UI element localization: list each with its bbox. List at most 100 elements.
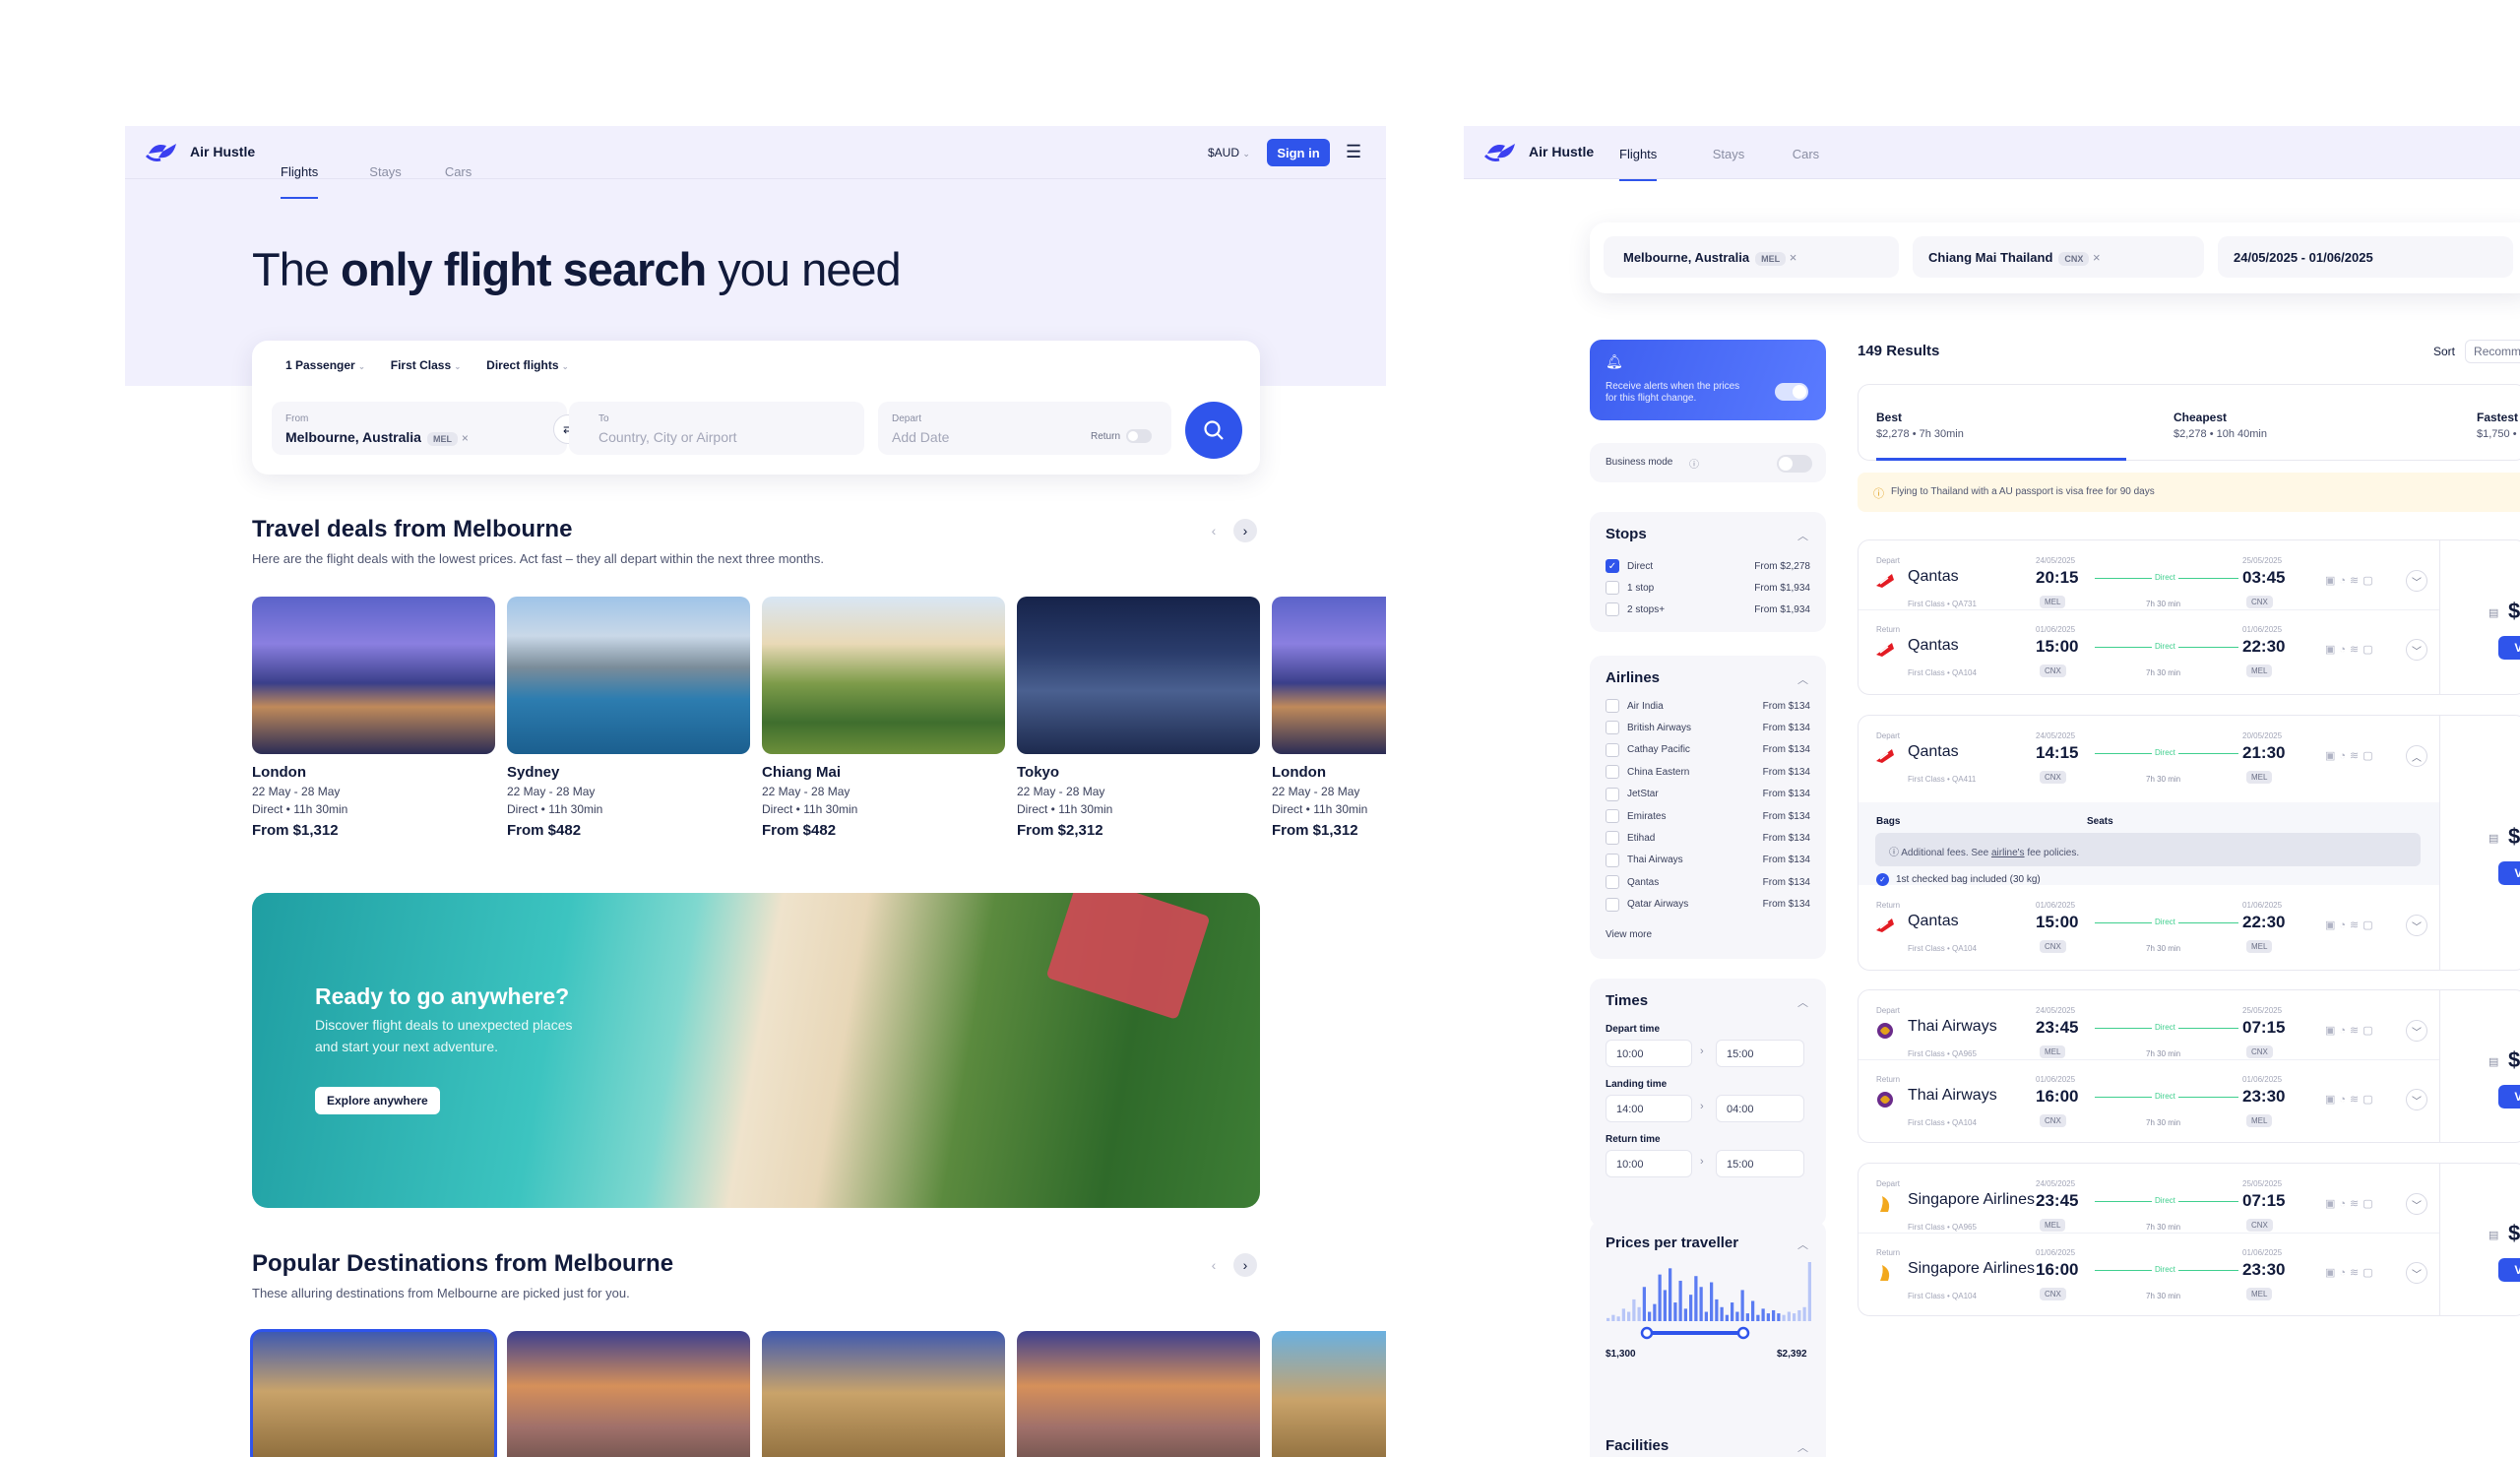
info-icon[interactable]: ⓘ <box>1689 456 1699 471</box>
checkbox[interactable] <box>1606 742 1619 757</box>
filter-row[interactable]: Cathay Pacific From $134 <box>1606 739 1810 761</box>
filter-row[interactable]: Qantas From $134 <box>1606 871 1810 893</box>
chevron-up-icon[interactable]: ︿ <box>1797 994 1808 1010</box>
toggle-switch[interactable] <box>1126 429 1153 443</box>
clear-icon[interactable]: × <box>462 431 469 445</box>
return-toggle[interactable]: Return <box>1091 429 1153 443</box>
checkbox[interactable] <box>1606 787 1619 801</box>
brand-logo[interactable]: Air Hustle <box>145 140 255 163</box>
clear-icon[interactable]: × <box>1790 250 1797 265</box>
filter-row[interactable]: ✓ Direct From $2,278 <box>1606 555 1810 577</box>
chevron-up-icon[interactable]: ︿ <box>1797 1236 1808 1252</box>
deal-card[interactable]: London 22 May - 28 May Direct • 11h 30mi… <box>252 597 495 839</box>
range-handle[interactable] <box>1736 1326 1750 1340</box>
depart-time-to[interactable]: 15:00 <box>1716 1040 1804 1067</box>
tab-stays[interactable]: Stays <box>369 164 402 179</box>
currency-selector[interactable]: $AUD ⌄ <box>1208 146 1250 159</box>
filter-row[interactable]: 2 stops+ From $1,934 <box>1606 599 1810 620</box>
to-field[interactable]: Chiang Mai Thailand CNX × <box>1913 236 2204 278</box>
checkbox[interactable] <box>1606 831 1619 846</box>
range-handle[interactable] <box>1640 1326 1654 1340</box>
sort-tab-cheapest-title[interactable]: Cheapest <box>2174 411 2227 424</box>
destination-card[interactable] <box>1017 1331 1260 1457</box>
checkbox[interactable] <box>1606 602 1619 616</box>
price-histogram[interactable] <box>1606 1258 1812 1345</box>
explore-anywhere-button[interactable]: Explore anywhere <box>315 1087 440 1114</box>
destination-card[interactable] <box>507 1331 750 1457</box>
brand-logo[interactable]: Air Hustle <box>1483 140 1594 163</box>
view-more-link[interactable]: View more <box>1606 929 1652 940</box>
destination-card[interactable] <box>250 1329 497 1457</box>
filter-row[interactable]: Qatar Airways From $134 <box>1606 894 1810 916</box>
return-time-from[interactable]: 10:00 <box>1606 1150 1692 1177</box>
filter-row[interactable]: Air India From $134 <box>1606 695 1810 717</box>
view-button[interactable]: View <box>2498 636 2520 660</box>
passengers-select[interactable]: 1 Passenger ⌄ <box>285 358 365 372</box>
chevron-down-icon[interactable]: ﹀ <box>2406 1089 2427 1110</box>
chevron-down-icon[interactable]: ﹀ <box>2406 570 2427 592</box>
from-field[interactable]: From Melbourne, Australia MEL × <box>272 402 567 455</box>
landing-time-from[interactable]: 14:00 <box>1606 1095 1692 1122</box>
tab-stays[interactable]: Stays <box>1713 147 1745 161</box>
checkbox[interactable] <box>1606 699 1619 713</box>
checkbox[interactable] <box>1606 853 1619 867</box>
menu-icon[interactable]: ☰ <box>1346 142 1361 162</box>
chevron-down-icon[interactable]: ﹀ <box>2406 1262 2427 1284</box>
alert-toggle[interactable] <box>1775 383 1808 401</box>
search-button[interactable] <box>1185 402 1242 459</box>
chevron-down-icon[interactable]: ﹀ <box>2406 1020 2427 1042</box>
tab-flights[interactable]: Flights <box>1619 147 1657 161</box>
deal-card[interactable]: London 22 May - 28 May Direct • 11h 30mi… <box>1272 597 1386 839</box>
landing-time-to[interactable]: 04:00 <box>1716 1095 1804 1122</box>
prev-arrow-icon[interactable]: ‹ <box>1202 519 1226 542</box>
depart-time-from[interactable]: 10:00 <box>1606 1040 1692 1067</box>
chevron-down-icon[interactable]: ﹀ <box>2406 1193 2427 1215</box>
checkbox[interactable] <box>1606 875 1619 890</box>
view-button[interactable]: View <box>2498 1258 2520 1282</box>
from-field[interactable]: Melbourne, Australia MEL × <box>1604 236 1899 278</box>
filter-row[interactable]: British Airways From $134 <box>1606 717 1810 738</box>
flight-result-card[interactable]: Depart Singapore Airlines First Class • QA… <box>1858 1163 2520 1316</box>
chevron-up-icon[interactable]: ︿ <box>1797 671 1808 687</box>
chevron-up-icon[interactable]: ︿ <box>2406 745 2427 767</box>
destination-card[interactable] <box>762 1331 1005 1457</box>
flight-result-card[interactable]: Depart Qantas First Class • QA731 24/05/202… <box>1858 539 2520 695</box>
class-select[interactable]: First Class ⌄ <box>391 358 461 372</box>
stops-select[interactable]: Direct flights ⌄ <box>486 358 568 372</box>
sort-tab-best-title[interactable]: Best <box>1876 411 1902 424</box>
deal-card[interactable]: Chiang Mai 22 May - 28 May Direct • 11h … <box>762 597 1005 839</box>
checkbox[interactable] <box>1606 809 1619 823</box>
depart-field[interactable]: Depart Add Date Return <box>878 402 1171 455</box>
deal-card[interactable]: Tokyo 22 May - 28 May Direct • 11h 30min… <box>1017 597 1260 839</box>
view-button[interactable]: View <box>2498 861 2520 885</box>
prev-arrow-icon[interactable]: ‹ <box>1202 1253 1226 1277</box>
next-arrow-icon[interactable]: › <box>1233 519 1257 542</box>
filter-row[interactable]: JetStar From $134 <box>1606 784 1810 805</box>
fees-link[interactable]: airline's <box>1991 848 2025 858</box>
sort-tab-fastest-title[interactable]: Fastest <box>2477 411 2518 424</box>
sort-control[interactable]: Sort Recomm <box>2433 340 2520 363</box>
checkbox[interactable] <box>1606 897 1619 912</box>
chevron-down-icon[interactable]: ﹀ <box>2406 915 2427 936</box>
filter-row[interactable]: 1 stop From $1,934 <box>1606 577 1810 599</box>
tab-cars[interactable]: Cars <box>1793 147 1819 161</box>
next-arrow-icon[interactable]: › <box>1233 1253 1257 1277</box>
chevron-up-icon[interactable]: ︿ <box>1797 528 1808 543</box>
checkbox[interactable] <box>1606 765 1619 780</box>
return-time-to[interactable]: 15:00 <box>1716 1150 1804 1177</box>
destination-card[interactable] <box>1272 1331 1386 1457</box>
filter-row[interactable]: China Eastern From $134 <box>1606 761 1810 783</box>
clear-icon[interactable]: × <box>2093 250 2101 265</box>
dates-field[interactable]: 24/05/2025 - 01/06/2025 <box>2218 236 2513 278</box>
chevron-down-icon[interactable]: ﹀ <box>2406 639 2427 661</box>
flight-result-card[interactable]: Depart Thai Airways First Class • QA965 24/… <box>1858 989 2520 1143</box>
checkbox[interactable] <box>1606 721 1619 735</box>
sign-in-button[interactable]: Sign in <box>1267 139 1330 166</box>
filter-row[interactable]: Thai Airways From $134 <box>1606 850 1810 871</box>
sort-select[interactable]: Recomm <box>2465 340 2520 363</box>
tab-cars[interactable]: Cars <box>445 164 472 179</box>
tab-flights[interactable]: Flights <box>281 164 319 199</box>
view-button[interactable]: View <box>2498 1085 2520 1109</box>
chevron-up-icon[interactable]: ︿ <box>1797 1439 1808 1455</box>
to-field[interactable]: To Country, City or Airport <box>569 402 864 455</box>
